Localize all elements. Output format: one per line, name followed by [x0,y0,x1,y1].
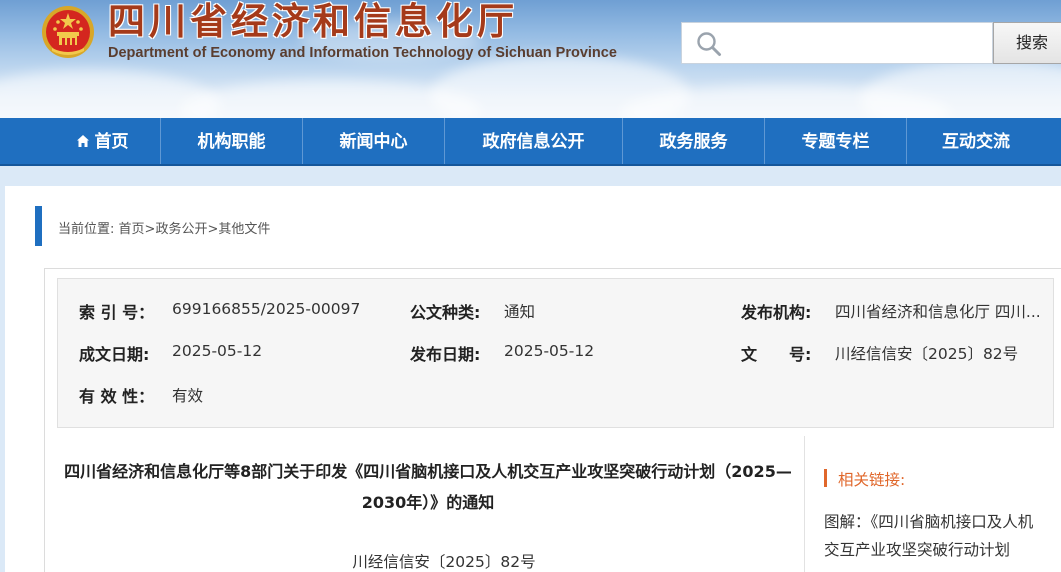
nav-item-services[interactable]: 政务服务 [623,118,764,164]
nav-item-label: 机构职能 [197,132,266,152]
nav-item-home[interactable]: 首页 [44,118,160,164]
nav-item-label: 政府信息公开 [482,132,585,152]
breadcrumb: 当前位置: 首页>政务公开>其他文件 [58,218,270,237]
created-date-value: 2025-05-12 [172,342,263,360]
nav-item-label: 政务服务 [659,132,728,152]
nav-item-label: 新闻中心 [339,132,408,152]
validity-label: 有 效 性： [79,387,155,406]
issuer-label: 发布机构: [741,303,812,322]
nav-item-label: 首页 [94,132,129,152]
breadcrumb-link-home[interactable]: 首页 [119,222,145,237]
published-date-value: 2025-05-12 [504,342,595,360]
search-input[interactable] [732,29,986,59]
document-title: 四川省经济和信息化厅等8部门关于印发《四川省脑机接口及人机交互产业攻坚突破行动计… [64,462,792,512]
related-accent-bar [824,469,827,487]
site-subtitle: Department of Economy and Information Te… [108,45,617,61]
sky-cloud [860,60,1061,118]
search-icon [697,32,721,56]
nav-item-news[interactable]: 新闻中心 [303,118,444,164]
related-links-title: 相关链接: [838,471,906,489]
doc-type-value: 通知 [504,303,536,321]
document-number: 川经信信安〔2025〕82号 [352,553,536,571]
breadcrumb-link-public-affairs[interactable]: 政务公开 [155,222,207,237]
national-emblem-icon[interactable] [40,4,96,60]
main-nav: 首页 机构职能 新闻中心 政府信息公开 政务服务 专题专栏 互动交流 [0,118,1061,166]
doc-number-label: 文 号: [741,345,812,364]
breadcrumb-accent-bar [35,206,42,246]
validity-value: 有效 [172,387,204,405]
breadcrumb-separator: > [207,222,219,237]
site-title: 四川省经济和信息化厅 [108,0,518,43]
issuer-value: 四川省经济和信息化厅 四川... [835,303,1041,321]
nav-item-label: 专题专栏 [801,132,870,152]
doc-number-value: 川经信信安〔2025〕82号 [835,345,1019,363]
search-button[interactable]: 搜索 [993,22,1061,64]
nav-item-label: 互动交流 [942,132,1010,152]
home-icon [76,135,89,147]
index-number-label: 索 引 号： [79,303,155,322]
nav-item-topics[interactable]: 专题专栏 [765,118,906,164]
published-date-label: 发布日期: [410,345,481,364]
search-box[interactable] [681,22,993,64]
breadcrumb-separator: > [144,222,156,237]
index-number-value: 699166855/2025-00097 [172,300,361,318]
created-date-label: 成文日期: [79,345,150,364]
breadcrumb-link-other-docs[interactable]: 其他文件 [218,222,270,237]
site-header: 四川省经济和信息化厅 Department of Economy and Inf… [0,0,1061,118]
nav-item-interaction[interactable]: 互动交流 [907,118,1045,164]
doc-type-label: 公文种类: [410,303,481,322]
related-link-item[interactable]: 图解：《四川省脑机接口及人机交互产业攻坚突破行动计划 [824,508,1046,564]
nav-item-institution[interactable]: 机构职能 [161,118,302,164]
breadcrumb-prefix: 当前位置: [58,222,115,237]
nav-item-disclosure[interactable]: 政府信息公开 [445,118,622,164]
